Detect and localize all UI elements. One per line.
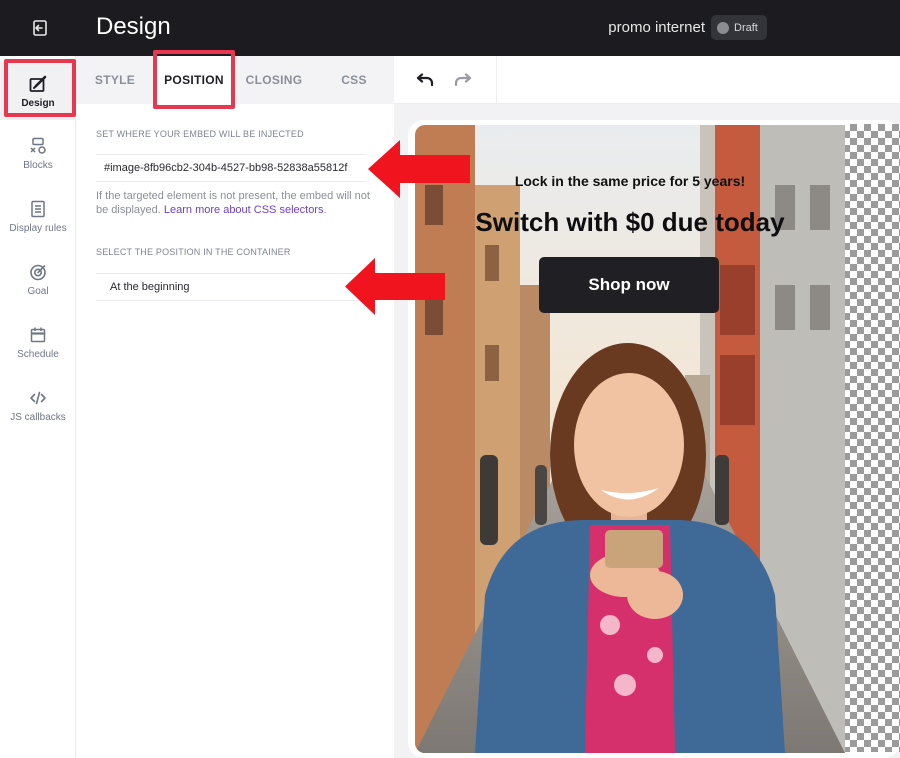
sidebar-item-label: Schedule bbox=[17, 348, 59, 360]
css-selectors-link[interactable]: Learn more about CSS selectors bbox=[164, 204, 324, 216]
calendar-icon bbox=[30, 327, 46, 342]
sidebar-item-label: Blocks bbox=[23, 159, 53, 171]
tab-style[interactable]: STYLE bbox=[76, 56, 154, 104]
css-selector-input[interactable]: #image-8fb96cb2-304b-4527-bb98-52838a558… bbox=[96, 154, 366, 182]
toolbar-divider bbox=[496, 56, 497, 104]
undo-button[interactable] bbox=[412, 68, 438, 92]
preview-toolbar bbox=[394, 56, 900, 104]
sidebar: Design Blocks Display rules Goal Schedul… bbox=[0, 56, 76, 758]
arrow-to-position-icon bbox=[345, 258, 445, 315]
exit-icon bbox=[33, 20, 47, 36]
selector-help-text: If the targeted element is not present, … bbox=[96, 189, 376, 217]
position-select[interactable]: At the beginning bbox=[96, 273, 366, 301]
toggle-knob bbox=[717, 21, 729, 34]
tab-closing[interactable]: CLOSING bbox=[234, 56, 314, 104]
blocks-icon bbox=[30, 137, 46, 154]
sidebar-item-schedule[interactable]: Schedule bbox=[0, 313, 76, 371]
sidebar-item-label: Goal bbox=[27, 285, 49, 297]
transparency-checkerboard bbox=[843, 124, 900, 752]
sidebar-item-blocks[interactable]: Blocks bbox=[0, 124, 76, 182]
status-label: Draft bbox=[734, 21, 758, 34]
arrow-to-selector-icon bbox=[368, 140, 470, 198]
code-icon bbox=[30, 391, 46, 404]
page-title: Design bbox=[96, 13, 171, 40]
sidebar-item-label: JS callbacks bbox=[10, 411, 66, 423]
banner-kicker: Lock in the same price for 5 years! bbox=[514, 173, 746, 189]
help-suffix: . bbox=[323, 204, 327, 216]
sidebar-item-design[interactable]: Design bbox=[0, 62, 76, 120]
panel-tabs: STYLE POSITION CLOSING CSS bbox=[76, 56, 394, 104]
sidebar-item-goal[interactable]: Goal bbox=[0, 250, 76, 308]
sidebar-item-js-callbacks[interactable]: JS callbacks bbox=[0, 376, 76, 434]
settings-panel: STYLE POSITION CLOSING CSS SET WHERE YOU… bbox=[76, 56, 394, 758]
tab-css[interactable]: CSS bbox=[314, 56, 394, 104]
document-icon bbox=[31, 200, 45, 217]
sidebar-item-display-rules[interactable]: Display rules bbox=[0, 187, 76, 245]
position-section-label: SELECT THE POSITION IN THE CONTAINER bbox=[96, 247, 291, 257]
top-bar: Design promo internet Draft bbox=[0, 0, 900, 56]
exit-button[interactable] bbox=[4, 0, 76, 56]
target-icon bbox=[30, 264, 46, 280]
redo-icon bbox=[454, 73, 472, 87]
status-toggle[interactable]: Draft bbox=[711, 15, 767, 40]
sidebar-item-label: Display rules bbox=[9, 222, 67, 234]
tab-position[interactable]: POSITION bbox=[154, 56, 234, 104]
pen-icon bbox=[29, 75, 47, 92]
campaign-name: promo internet bbox=[608, 19, 705, 36]
sidebar-item-label: Design bbox=[21, 97, 55, 109]
app-root: Design promo internet Draft Design Block… bbox=[0, 0, 900, 758]
banner-headline: Switch with $0 due today bbox=[475, 207, 785, 237]
shop-now-button[interactable]: Shop now bbox=[539, 257, 719, 313]
undo-icon bbox=[416, 73, 434, 87]
injection-section-label: SET WHERE YOUR EMBED WILL BE INJECTED bbox=[96, 129, 304, 139]
redo-button[interactable] bbox=[450, 68, 476, 92]
